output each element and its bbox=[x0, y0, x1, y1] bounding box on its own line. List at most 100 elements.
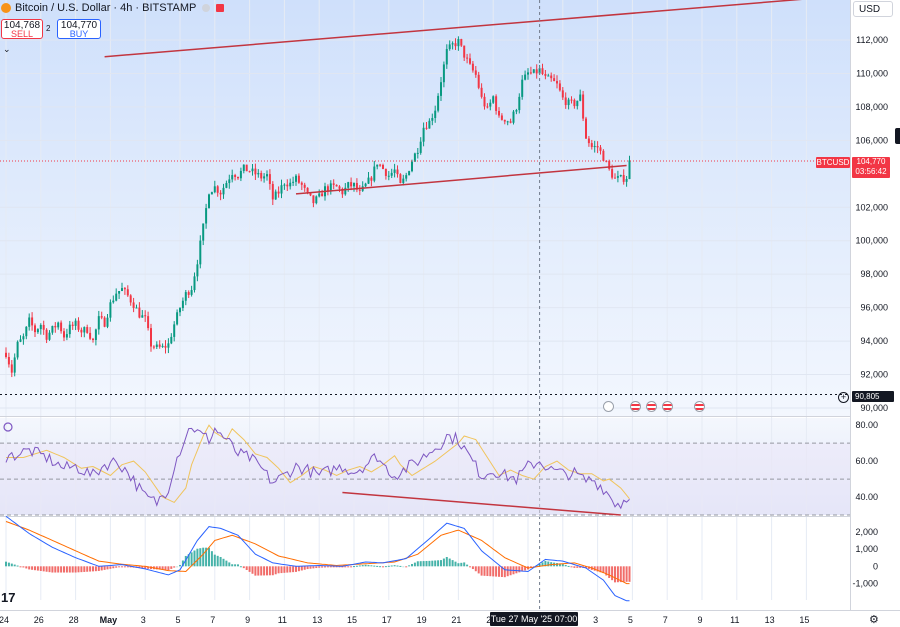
candle bbox=[176, 312, 179, 325]
candle bbox=[7, 356, 10, 365]
macd-histogram-bar bbox=[506, 566, 509, 577]
candle bbox=[393, 169, 396, 173]
candle bbox=[271, 183, 274, 200]
macd-histogram-bar bbox=[419, 561, 422, 567]
macd-histogram-bar bbox=[306, 566, 309, 570]
tradingview-logo[interactable]: 17 bbox=[1, 590, 15, 605]
time-axis-tick: 11 bbox=[278, 615, 287, 625]
macd-histogram-bar bbox=[196, 548, 199, 567]
price-axis-tick: 92,000 bbox=[860, 370, 888, 380]
candle bbox=[103, 317, 106, 327]
candle bbox=[158, 344, 161, 347]
price-axis-tick: 90,000 bbox=[860, 403, 888, 413]
add-alert-plus-icon[interactable]: + bbox=[838, 392, 849, 403]
currency-select[interactable]: USD bbox=[853, 1, 893, 17]
candle bbox=[34, 325, 36, 333]
macd-histogram-bar bbox=[213, 554, 216, 567]
settings-gear-icon[interactable]: ⚙ bbox=[869, 613, 879, 626]
economic-event-flag-icon[interactable] bbox=[646, 401, 657, 412]
candle bbox=[585, 118, 587, 139]
candle bbox=[405, 175, 408, 179]
macd-histogram-bar bbox=[266, 566, 268, 576]
candle bbox=[283, 184, 286, 186]
candle bbox=[42, 324, 45, 330]
macd-histogram-bar bbox=[425, 560, 428, 567]
macd-histogram-bar bbox=[28, 566, 31, 570]
candle bbox=[260, 172, 263, 179]
candle bbox=[222, 187, 225, 195]
candle bbox=[100, 316, 103, 318]
collapse-chevron-icon[interactable]: ⌄ bbox=[3, 44, 11, 55]
macd-histogram-bar bbox=[564, 564, 567, 567]
economic-event-flag-icon[interactable] bbox=[662, 401, 673, 412]
sidebar-toggle[interactable] bbox=[895, 128, 900, 144]
macd-histogram-bar bbox=[442, 558, 445, 567]
candle bbox=[469, 58, 471, 64]
candle bbox=[239, 170, 242, 179]
alert-flag-icon[interactable] bbox=[216, 4, 225, 12]
candle bbox=[489, 102, 492, 107]
price-axis-tick: 100,000 bbox=[855, 236, 888, 246]
candle bbox=[573, 99, 576, 107]
buy-button[interactable]: 104,770 BUY bbox=[57, 19, 101, 39]
macd-histogram-bar bbox=[303, 566, 306, 570]
rsi-axis-tick: 60.00 bbox=[855, 456, 878, 466]
macd-histogram-bar bbox=[251, 566, 254, 574]
candle bbox=[576, 100, 579, 107]
macd-histogram-bar bbox=[167, 566, 170, 571]
candle bbox=[437, 95, 440, 111]
economic-event-flag-icon[interactable] bbox=[694, 401, 705, 412]
candle bbox=[251, 168, 254, 172]
macd-histogram-bar bbox=[126, 566, 129, 568]
macd-histogram-bar bbox=[123, 566, 126, 568]
candle bbox=[89, 332, 92, 339]
macd-histogram-bar bbox=[45, 566, 48, 572]
macd-histogram-bar bbox=[355, 565, 358, 567]
macd-histogram-bar bbox=[353, 566, 355, 568]
candle bbox=[254, 168, 257, 175]
macd-histogram-bar bbox=[370, 565, 373, 567]
candle bbox=[118, 290, 121, 294]
macd-histogram-bar bbox=[286, 566, 289, 573]
macd-histogram-bar bbox=[457, 563, 460, 567]
macd-histogram-bar bbox=[280, 566, 283, 574]
candle bbox=[141, 315, 144, 318]
time-axis-tick: 17 bbox=[382, 615, 392, 625]
macd-histogram-bar bbox=[312, 566, 315, 569]
bitcoin-icon bbox=[1, 3, 11, 13]
macd-histogram-bar bbox=[292, 566, 295, 573]
candle bbox=[28, 317, 31, 327]
candle bbox=[529, 72, 532, 74]
economic-event-flag-icon[interactable] bbox=[630, 401, 641, 412]
candle bbox=[277, 191, 280, 194]
macd-histogram-bar bbox=[112, 566, 115, 569]
chart-area[interactable]: 112,000 110,000 108,000 106,000 102,000 100,0… bbox=[0, 0, 900, 627]
candle bbox=[109, 302, 112, 318]
candle bbox=[579, 94, 582, 101]
macd-axis-tick: 2,000 bbox=[855, 527, 878, 537]
macd-histogram-bar bbox=[260, 566, 263, 576]
macd-histogram-bar bbox=[239, 566, 242, 568]
macd-histogram-bar bbox=[216, 555, 219, 567]
macd-histogram-bar bbox=[89, 566, 92, 572]
macd-histogram-bar bbox=[509, 566, 512, 576]
macd-histogram-bar bbox=[399, 565, 402, 567]
macd-histogram-bar bbox=[445, 556, 448, 567]
candle bbox=[132, 302, 135, 309]
sell-button[interactable]: 104,768 SELL bbox=[1, 19, 43, 39]
candle bbox=[280, 185, 283, 194]
macd-histogram-bar bbox=[274, 566, 277, 575]
dividend-event-icon[interactable] bbox=[603, 401, 614, 412]
candle bbox=[498, 110, 500, 116]
price-chart[interactable]: 112,000110,000108,000106,000102,000100,0… bbox=[0, 0, 900, 627]
macd-histogram-bar bbox=[42, 566, 45, 572]
macd-histogram-bar bbox=[86, 566, 89, 572]
candle bbox=[483, 96, 486, 107]
macd-histogram-bar bbox=[396, 565, 399, 567]
macd-histogram-bar bbox=[344, 566, 347, 568]
candle bbox=[170, 336, 173, 344]
candle bbox=[13, 357, 16, 373]
macd-histogram-bar bbox=[257, 566, 260, 576]
candle bbox=[144, 315, 147, 317]
candle bbox=[263, 176, 266, 179]
